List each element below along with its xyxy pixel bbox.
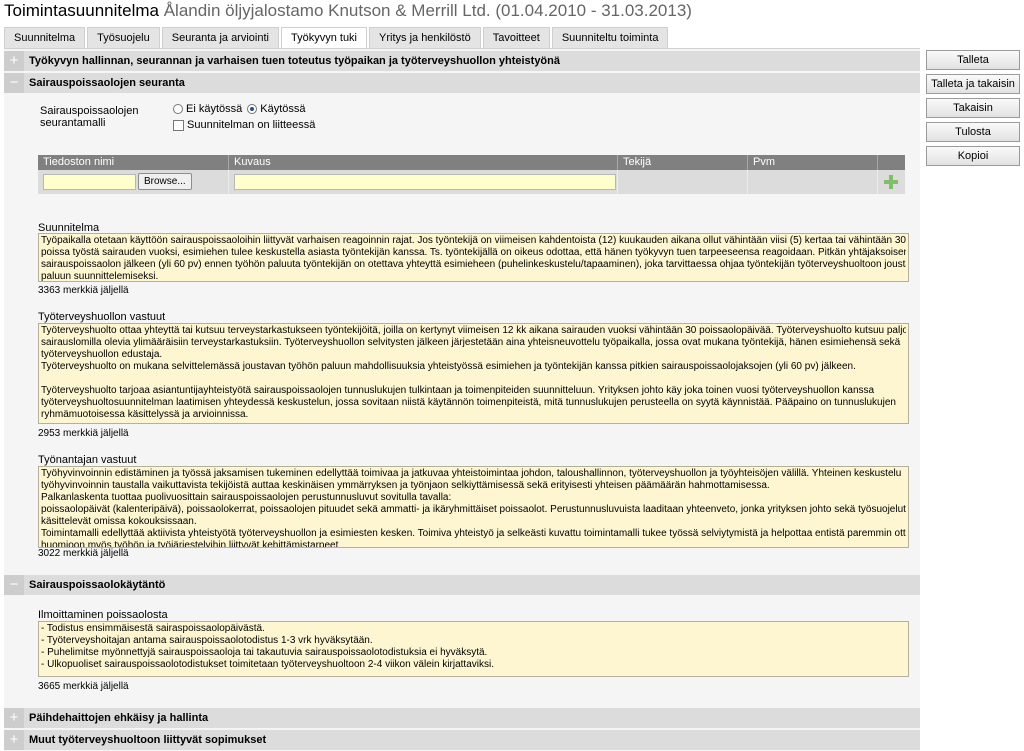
- text-line: sairauspoissaolon jälkeen (yli 60 pv) en…: [41, 259, 906, 270]
- back-button[interactable]: Takaisin: [926, 98, 1020, 118]
- tab-tyosuojelu[interactable]: Työsuojelu: [87, 27, 160, 48]
- column-description: Kuvaus: [229, 155, 618, 170]
- text-line: - Ulkopuoliset sairauspoissaolotodistuks…: [41, 659, 494, 670]
- grid-input-row: Browse...: [38, 170, 905, 194]
- tab-tyokyvyn-tuki[interactable]: Työkyvyn tuki: [280, 27, 368, 48]
- text-line: ryhmämuotoisessa käsittelyssä ja arvioin…: [41, 409, 249, 420]
- absence-notification-label: Ilmoittaminen poissaolosta: [38, 609, 168, 621]
- section-title: Sairauspoissaolojen seuranta: [29, 77, 185, 89]
- date-cell: [748, 170, 878, 194]
- text-line: [41, 373, 906, 385]
- add-file-icon[interactable]: [884, 175, 898, 189]
- description-input[interactable]: [234, 174, 616, 190]
- tab-tavoitteet[interactable]: Tavoitteet: [482, 27, 550, 48]
- text-line: Työpaikalla otetaan käyttöön sairauspois…: [41, 235, 906, 246]
- absence-notification-textarea[interactable]: - Todistus ensimmäisestä sairaspoissaolo…: [38, 621, 909, 677]
- page-title-company: Ålandin öljyjalostamo Knutson & Merrill …: [163, 1, 692, 20]
- text-line: - Työterveyshoitajan antama sairauspoiss…: [41, 635, 373, 646]
- attachment-checkbox[interactable]: [173, 119, 184, 131]
- employer-responsibility-textarea[interactable]: Työhyvinvoinnin edistäminen ja työssä ja…: [38, 466, 909, 548]
- monitoring-model-label: Sairauspoissaolojen seurantamalli: [40, 105, 138, 129]
- column-author: Tekijä: [618, 155, 748, 170]
- attachment-checkbox-label: Suunnitelman on liitteessä: [187, 119, 316, 131]
- section-header-substance-abuse[interactable]: + Päihdehaittojen ehkäisy ja hallinta: [4, 708, 920, 728]
- browse-button[interactable]: Browse...: [138, 173, 192, 190]
- page-title: Toimintasuunnitelma Ålandin öljyjalostam…: [4, 0, 692, 24]
- grid-header: Tiedoston nimi Kuvaus Tekijä Pvm: [38, 155, 905, 170]
- tab-bar: Suunnitelma Työsuojelu Seuranta ja arvio…: [4, 27, 670, 48]
- section-title: Sairauspoissaolokäytäntö: [29, 579, 166, 591]
- tab-suunniteltu-toiminta[interactable]: Suunniteltu toiminta: [551, 27, 669, 48]
- text-line: Työterveyshuolto on mukana selvittelemäs…: [41, 361, 856, 372]
- page-title-main: Toimintasuunnitelma: [4, 1, 159, 20]
- text-line: Toimintamalli edellyttää aktiivista yhte…: [41, 528, 906, 539]
- employer-responsibility-char-counter: 3022 merkkiä jäljellä: [38, 548, 129, 559]
- expand-icon[interactable]: +: [4, 708, 24, 728]
- main-panel: + Työkyvyn hallinnan, seurannan ja varha…: [4, 48, 920, 751]
- radio-not-in-use-label: Ei käytössä: [186, 103, 243, 115]
- section-header-sick-leave-practice[interactable]: − Sairauspoissaolokäytäntö: [4, 575, 920, 595]
- oh-responsibility-textarea[interactable]: Työterveyshuolto ottaa yhteyttä tai kuts…: [38, 323, 909, 424]
- column-file-name: Tiedoston nimi: [38, 155, 229, 170]
- section-title: Muut työterveyshuoltoon liittyvät sopimu…: [29, 734, 267, 746]
- text-line: työhyvinvoinnin taustalla vaikuttavista …: [41, 480, 770, 491]
- radio-in-use-label: Käytössä: [260, 103, 306, 115]
- text-line: työterveyshuoltosuunnitelman laatimisen …: [41, 397, 896, 408]
- text-line: työterveyshuollon edustaja.: [41, 349, 163, 360]
- save-button[interactable]: Talleta: [926, 50, 1020, 70]
- file-name-input[interactable]: [43, 174, 136, 190]
- expand-icon[interactable]: +: [4, 730, 24, 750]
- employer-responsibility-label: Työnantajan vastuut: [38, 454, 137, 466]
- text-line: huomioon myös työhön ja työjärjestelyihi…: [41, 540, 339, 548]
- text-line: Palkanlaskenta tuottaa puolivuosittain s…: [41, 492, 452, 503]
- text-line: poissaolopäivät (kalenteripäivä), poissa…: [41, 504, 906, 515]
- text-line: - Todistus ensimmäisestä sairaspoissaolo…: [41, 623, 265, 634]
- collapse-icon[interactable]: −: [4, 73, 24, 93]
- plan-char-counter: 3363 merkkiä jäljellä: [38, 285, 129, 296]
- tab-seuranta-ja-arviointi[interactable]: Seuranta ja arviointi: [161, 27, 279, 48]
- text-line: poissa työstä sairauden vuoksi, esimiehe…: [41, 247, 906, 258]
- collapse-icon[interactable]: −: [4, 575, 24, 595]
- save-and-back-button[interactable]: Talleta ja takaisin: [926, 74, 1020, 94]
- section-header-other-agreements[interactable]: + Muut työterveyshuoltoon liittyvät sopi…: [4, 730, 920, 750]
- monitoring-model-radio-group: Ei käytössä Käytössä: [173, 103, 306, 115]
- column-date: Pvm: [748, 155, 878, 170]
- section-title: Työkyvyn hallinnan, seurannan ja varhais…: [29, 55, 560, 67]
- text-line: - Puhelimitse myönnettyjä sairauspoissao…: [41, 647, 488, 658]
- plan-textarea[interactable]: Työpaikalla otetaan käyttöön sairauspois…: [38, 233, 909, 282]
- text-line: käsittelevät omissa kokouksissaan.: [41, 516, 197, 527]
- attachment-checkbox-row: Suunnitelman on liitteessä: [173, 119, 315, 131]
- section-header-sick-leave-monitoring[interactable]: − Sairauspoissaolojen seuranta: [4, 73, 920, 93]
- print-button[interactable]: Tulosta: [926, 122, 1020, 142]
- text-line: Työterveyshuolto ottaa yhteyttä tai kuts…: [41, 325, 906, 336]
- radio-in-use[interactable]: [247, 104, 258, 114]
- oh-responsibility-label: Työterveyshuollon vastuut: [38, 311, 166, 323]
- monitoring-model-label-line1: Sairauspoissaolojen: [40, 105, 139, 117]
- text-line: sairauslomilla olevia ylimääräisiin terv…: [41, 337, 901, 348]
- text-line: Työterveyshuolto tarjoaa asiantuntijayht…: [41, 385, 875, 396]
- expand-icon[interactable]: +: [4, 51, 24, 71]
- radio-not-in-use[interactable]: [173, 104, 183, 114]
- oh-responsibility-char-counter: 2953 merkkiä jäljellä: [38, 428, 129, 439]
- text-line: paluun suunnittelemiseksi.: [41, 271, 159, 282]
- text-line: Työhyvinvoinnin edistäminen ja työssä ja…: [41, 468, 902, 479]
- tab-suunnitelma[interactable]: Suunnitelma: [4, 27, 86, 48]
- section-title: Päihdehaittojen ehkäisy ja hallinta: [29, 712, 209, 724]
- monitoring-model-label-line2: seurantamalli: [40, 117, 106, 129]
- absence-notification-char-counter: 3665 merkkiä jäljellä: [38, 681, 129, 692]
- tab-yritys-ja-henkilosto[interactable]: Yritys ja henkilöstö: [369, 27, 481, 48]
- section-header-work-ability[interactable]: + Työkyvyn hallinnan, seurannan ja varha…: [4, 51, 920, 71]
- attachments-grid: Tiedoston nimi Kuvaus Tekijä Pvm Browse.…: [38, 155, 905, 194]
- copy-button[interactable]: Kopioi: [926, 146, 1020, 166]
- author-cell: [618, 170, 748, 194]
